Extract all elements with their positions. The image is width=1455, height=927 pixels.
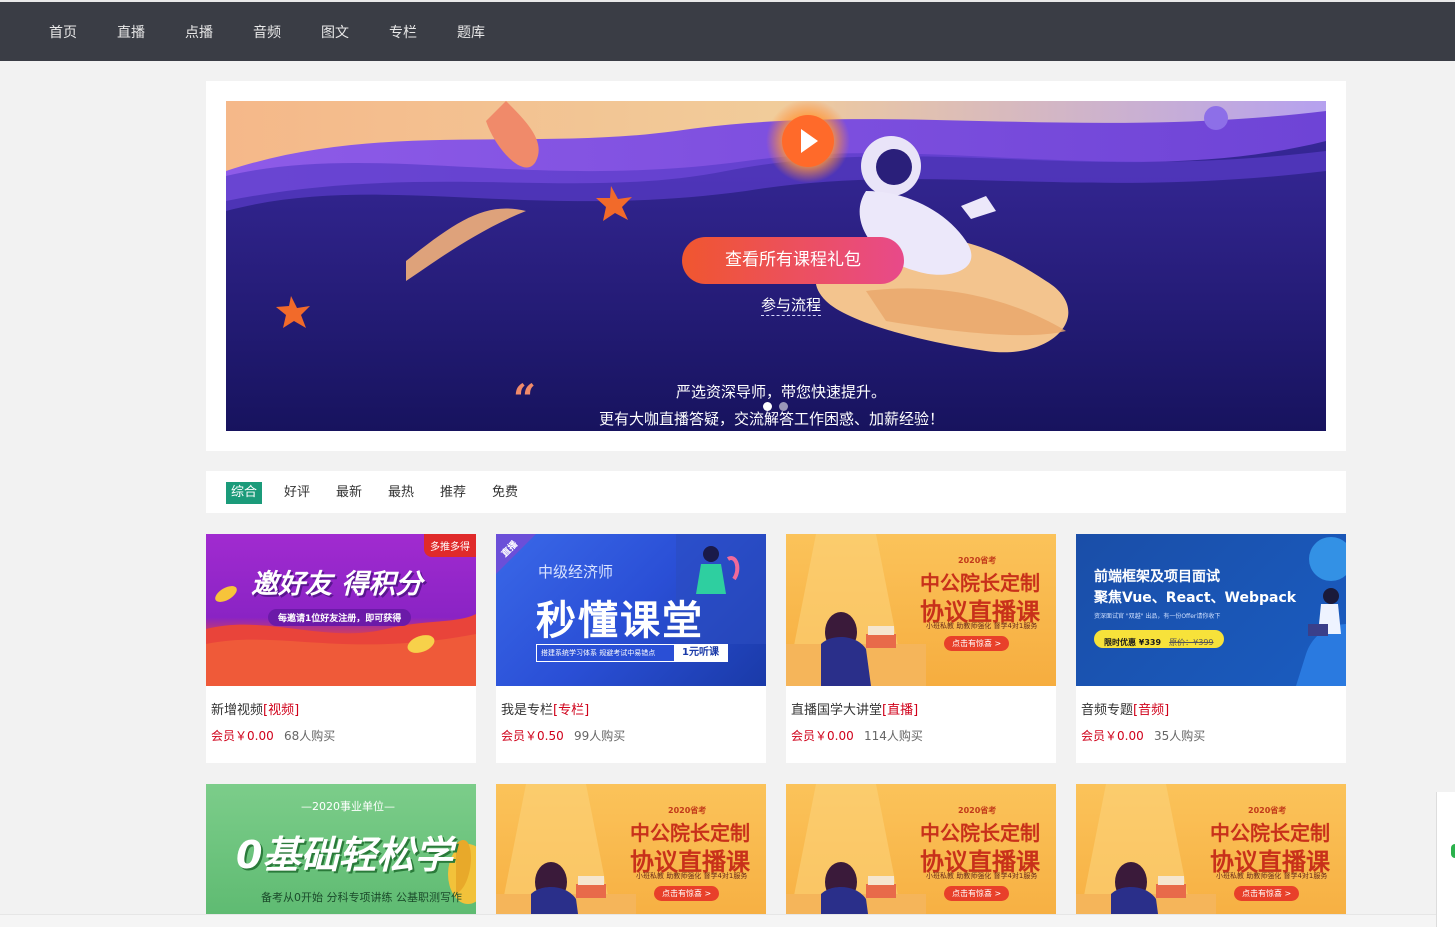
member-price: 会员￥0.50 xyxy=(501,729,564,743)
buyer-count: 114人购买 xyxy=(864,729,923,743)
course-thumbnail[interactable]: 多推多得 邀好友 得积分 每邀请1位好友注册，即可获得 xyxy=(206,534,476,686)
nav-item-vod[interactable]: 点播 xyxy=(185,22,213,42)
filter-good-reviews[interactable]: 好评 xyxy=(284,482,310,504)
nav-item-column[interactable]: 专栏 xyxy=(389,22,417,42)
course-title-text: 新增视频 xyxy=(211,703,264,718)
thumbnail-features: 小班私教 助教师强化 督学4对1服务 xyxy=(926,872,1038,880)
carousel-dot-1[interactable] xyxy=(763,402,772,411)
thumbnail-small-text: 资深面试官 "双越" 出品，有一份Offer请你收下 xyxy=(1094,613,1221,620)
nav-item-audio[interactable]: 音频 xyxy=(253,22,281,42)
banner-quote-line-2: 更有大咖直播答疑，交流解答工作困惑、加薪经验！ xyxy=(599,410,945,428)
thumbnail-features: 小班私教 助教师强化 督学4对1服务 xyxy=(1216,872,1328,880)
course-thumbnail[interactable]: —2020事业单位— 0基础轻松学 备考从0开始 分科专项讲练 公基职测写作 xyxy=(206,784,476,914)
thumbnail-features: 小班私教 助教师强化 督学4对1服务 xyxy=(926,622,1038,630)
thumbnail-top-label: —2020事业单位— xyxy=(301,800,395,813)
course-card[interactable]: 多推多得 邀好友 得积分 每邀请1位好友注册，即可获得 新增视频[视频] 会员￥… xyxy=(206,534,476,763)
nav-item-question-bank[interactable]: 题库 xyxy=(457,22,485,42)
course-thumbnail[interactable]: 2020省考 中公院长定制 协议直播课 小班私教 助教师强化 督学4对1服务 点… xyxy=(1076,784,1346,914)
banner-carousel[interactable]: “ 查看所有课程礼包 参与流程 严选资深导师，带您快速提升。 更有大咖直播答疑，… xyxy=(226,101,1326,431)
thumbnail-art xyxy=(1296,537,1346,686)
thumbnail-kicker: 中级经济师 xyxy=(538,563,614,581)
course-title[interactable]: 我是专栏[专栏] xyxy=(501,699,589,718)
course-title-text: 我是专栏 xyxy=(501,703,554,718)
thumbnail-bottom-text: 备考从0开始 分科专项讲练 公基职测写作 xyxy=(261,891,462,904)
nav-item-article[interactable]: 图文 xyxy=(321,22,349,42)
course-thumbnail[interactable]: 前端框架及项目面试 聚焦Vue、React、Webpack 资深面试官 "双越"… xyxy=(1076,534,1346,686)
course-type-tag: [视频] xyxy=(263,703,300,718)
filter-free[interactable]: 免费 xyxy=(492,482,518,504)
svg-text:“: “ xyxy=(513,376,536,423)
thumbnail-year: 2020省考 xyxy=(958,556,997,565)
participation-flow-link[interactable]: 参与流程 xyxy=(761,294,822,316)
filter-bar: 综合 好评 最新 最热 推荐 免费 xyxy=(206,471,1346,513)
course-thumbnail[interactable]: 直播 中级经济师 秒懂课堂 搭建系统学习体系 规避考试中易错点 1元听课 xyxy=(496,534,766,686)
member-price: 会员￥0.00 xyxy=(1081,729,1144,743)
thumbnail-features: 小班私教 助教师强化 督学4对1服务 xyxy=(636,872,748,880)
top-nav: 首页 直播 点播 音频 图文 专栏 题库 xyxy=(0,0,1455,61)
filter-hottest[interactable]: 最热 xyxy=(388,482,414,504)
course-title-text: 音频专题 xyxy=(1081,703,1134,718)
floating-side-widget[interactable] xyxy=(1436,792,1455,927)
course-card[interactable]: 2020省考 中公院长定制 协议直播课 小班私教 助教师强化 督学4对1服务 点… xyxy=(786,534,1056,763)
thumbnail-subtitle: 每邀请1位好友注册，即可获得 xyxy=(268,609,412,626)
filter-newest[interactable]: 最新 xyxy=(336,482,362,504)
horizontal-scrollbar[interactable] xyxy=(0,914,1436,927)
buyer-count: 99人购买 xyxy=(574,729,626,743)
member-price: 会员￥0.00 xyxy=(791,729,854,743)
filter-recommended[interactable]: 推荐 xyxy=(440,482,466,504)
view-course-packages-button[interactable]: 查看所有课程礼包 xyxy=(682,237,904,284)
filter-comprehensive[interactable]: 综合 xyxy=(226,482,263,504)
thumbnail-year: 2020省考 xyxy=(1248,806,1287,815)
course-type-tag: [音频] xyxy=(1133,703,1170,718)
thumbnail-year: 2020省考 xyxy=(668,806,707,815)
thumbnail-headline: 0基础轻松学 xyxy=(236,833,453,877)
course-title[interactable]: 直播国学大讲堂[直播] xyxy=(791,699,918,718)
banner-card: “ 查看所有课程礼包 参与流程 严选资深导师，带您快速提升。 更有大咖直播答疑，… xyxy=(206,81,1346,451)
course-card[interactable]: 2020省考 中公院长定制 协议直播课 小班私教 助教师强化 督学4对1服务 点… xyxy=(786,784,1056,914)
thumbnail-surprise-button: 点击有惊喜 > xyxy=(944,886,1010,901)
thumbnail-headline: 邀好友 得积分 xyxy=(251,569,423,600)
thumbnail-line-2: 聚焦Vue、React、Webpack xyxy=(1094,590,1297,606)
course-card[interactable]: 2020省考 中公院长定制 协议直播课 小班私教 助教师强化 督学4对1服务 点… xyxy=(1076,784,1346,914)
course-card[interactable]: 直播 中级经济师 秒懂课堂 搭建系统学习体系 规避考试中易错点 1元听课 我是专… xyxy=(496,534,766,763)
course-card[interactable]: 前端框架及项目面试 聚焦Vue、React、Webpack 资深面试官 "双越"… xyxy=(1076,534,1346,763)
course-card[interactable]: —2020事业单位— 0基础轻松学 备考从0开始 分科专项讲练 公基职测写作 xyxy=(206,784,476,914)
course-title-text: 直播国学大讲堂 xyxy=(791,703,883,718)
buyer-count: 35人购买 xyxy=(1154,729,1206,743)
course-thumbnail[interactable]: 2020省考 中公院长定制 协议直播课 小班私教 助教师强化 督学4对1服务 点… xyxy=(786,534,1056,686)
banner-quote-line-1: 严选资深导师，带您快速提升。 xyxy=(676,383,887,401)
course-type-tag: [专栏] xyxy=(553,703,590,718)
thumbnail-surprise-button: 点击有惊喜 > xyxy=(654,886,720,901)
offer-pill: 限时优惠 ¥339 原价：¥399 xyxy=(1094,630,1224,648)
nav-item-live[interactable]: 直播 xyxy=(117,22,145,42)
member-price: 会员￥0.00 xyxy=(211,729,274,743)
course-type-tag: [直播] xyxy=(882,703,919,718)
thumbnail-surprise-button: 点击有惊喜 > xyxy=(944,636,1010,651)
course-thumbnail[interactable]: 2020省考 中公院长定制 协议直播课 小班私教 助教师强化 督学4对1服务 点… xyxy=(786,784,1056,914)
original-price: 原价：¥399 xyxy=(1169,638,1214,647)
thumbnail-headline: 秒懂课堂 xyxy=(536,598,704,644)
promo-badge: 多推多得 xyxy=(424,534,476,557)
carousel-dot-2[interactable] xyxy=(779,402,788,411)
course-card[interactable]: 2020省考 中公院长定制 协议直播课 小班私教 助教师强化 督学4对1服务 点… xyxy=(496,784,766,914)
course-title[interactable]: 音频专题[音频] xyxy=(1081,699,1169,718)
course-thumbnail[interactable]: 2020省考 中公院长定制 协议直播课 小班私教 助教师强化 督学4对1服务 点… xyxy=(496,784,766,914)
thumbnail-strip: 搭建系统学习体系 规避考试中易错点 1元听课 xyxy=(536,644,728,662)
thumbnail-surprise-button: 点击有惊喜 > xyxy=(1234,886,1300,901)
online-status-icon xyxy=(1451,844,1455,858)
thumbnail-strip-text: 搭建系统学习体系 规避考试中易错点 xyxy=(541,649,656,657)
nav-item-home[interactable]: 首页 xyxy=(49,22,77,42)
thumbnail-year: 2020省考 xyxy=(958,806,997,815)
thumbnail-line-1: 前端框架及项目面试 xyxy=(1094,569,1220,585)
thumbnail-strip-button: 1元听课 xyxy=(674,645,727,661)
buyer-count: 68人购买 xyxy=(284,729,336,743)
course-title[interactable]: 新增视频[视频] xyxy=(211,699,299,718)
offer-price: 限时优惠 ¥339 xyxy=(1104,638,1162,647)
